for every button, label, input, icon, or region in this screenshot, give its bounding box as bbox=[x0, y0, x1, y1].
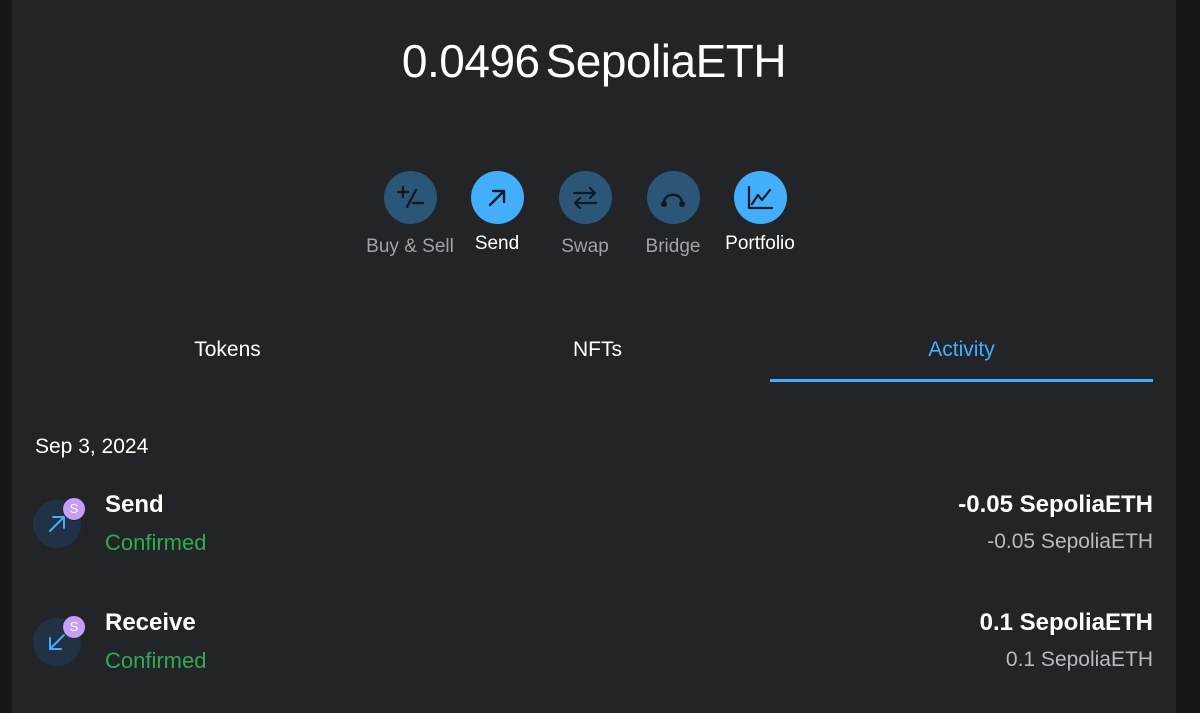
activity-item-receive[interactable]: S Receive Confirmed 0.1 SepoliaETH 0.1 S… bbox=[33, 606, 1153, 686]
tab-tokens[interactable]: Tokens bbox=[36, 330, 419, 382]
transaction-status: Confirmed bbox=[105, 530, 207, 555]
tab-nfts[interactable]: NFTs bbox=[406, 330, 789, 382]
tab-bar: Tokens NFTs Activity bbox=[36, 330, 1177, 382]
tab-tokens-label: Tokens bbox=[194, 338, 261, 361]
bridge-label: Bridge bbox=[645, 236, 701, 257]
transaction-title: Send bbox=[105, 491, 164, 518]
send-button[interactable]: Send bbox=[447, 171, 547, 255]
portfolio-label: Portfolio bbox=[725, 233, 795, 254]
arrow-up-right-icon bbox=[470, 171, 524, 224]
balance-display: 0.0496 SepoliaETH bbox=[12, 34, 1176, 88]
wallet-panel: 0.0496 SepoliaETH Buy & Sell Send Swap B… bbox=[12, 0, 1176, 713]
swap-button[interactable]: Swap bbox=[535, 171, 635, 258]
buy-sell-button[interactable]: Buy & Sell bbox=[360, 171, 460, 258]
balance-unit: SepoliaETH bbox=[545, 35, 787, 87]
swap-label: Swap bbox=[561, 236, 609, 257]
bridge-icon bbox=[646, 171, 700, 224]
buy-sell-label: Buy & Sell bbox=[366, 236, 454, 257]
balance-amount: 0.0496 bbox=[401, 35, 540, 87]
tab-activity[interactable]: Activity bbox=[770, 330, 1153, 382]
transaction-secondary-amount: -0.05 SepoliaETH bbox=[987, 530, 1153, 553]
plus-minus-icon bbox=[383, 171, 437, 224]
tab-activity-label: Activity bbox=[928, 338, 995, 361]
transaction-amount: 0.1 SepoliaETH bbox=[979, 609, 1153, 636]
send-label: Send bbox=[474, 233, 520, 254]
transaction-amount: -0.05 SepoliaETH bbox=[958, 491, 1153, 518]
arrow-up-right-icon: S bbox=[33, 497, 86, 548]
activity-date-header: Sep 3, 2024 bbox=[35, 435, 149, 458]
transaction-status: Confirmed bbox=[105, 648, 207, 673]
swap-arrows-icon bbox=[558, 171, 612, 224]
activity-item-send[interactable]: S Send Confirmed -0.05 SepoliaETH -0.05 … bbox=[33, 488, 1153, 568]
action-bar: Buy & Sell Send Swap Bridge Portfolio bbox=[360, 171, 840, 271]
tab-nfts-label: NFTs bbox=[573, 338, 622, 361]
arrow-down-left-icon: S bbox=[33, 615, 86, 666]
network-badge: S bbox=[62, 497, 86, 521]
network-badge: S bbox=[62, 615, 86, 639]
transaction-secondary-amount: 0.1 SepoliaETH bbox=[1005, 648, 1153, 671]
portfolio-button[interactable]: Portfolio bbox=[710, 171, 810, 255]
transaction-title: Receive bbox=[105, 609, 196, 636]
chart-icon bbox=[733, 171, 787, 224]
bridge-button[interactable]: Bridge bbox=[623, 171, 723, 258]
